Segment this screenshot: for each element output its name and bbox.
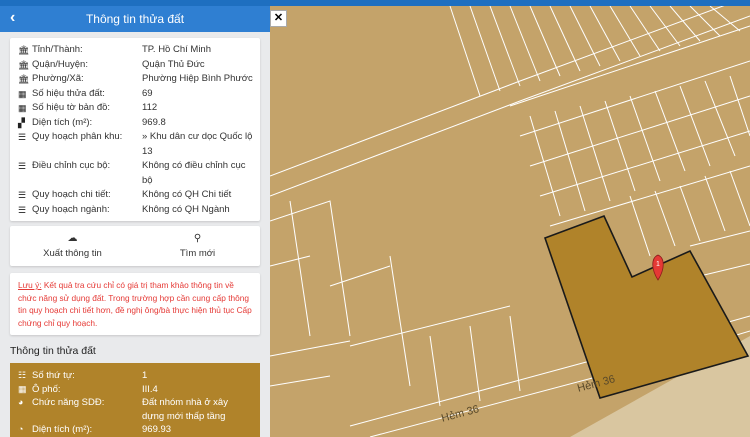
info-label: Quận/Huyện:: [32, 58, 88, 70]
info-row: ☰ Quy hoạch chi tiết: Không có QH Chi tiết: [18, 188, 254, 203]
info-label: Số thứ tự:: [32, 370, 75, 381]
list-icon: ☰: [18, 190, 27, 200]
list-icon: ☰: [18, 204, 27, 215]
new-search-label: Tìm mới: [179, 248, 216, 259]
map-canvas[interactable]: 1: [269, 0, 750, 437]
note-text: Kết quả tra cứu chỉ có giá trị tham khảo…: [18, 280, 252, 328]
cloud-download-icon: ☁: [67, 233, 78, 244]
info-label: Diện tích (m²):: [32, 116, 93, 128]
info-row: ☰ Quy hoạch phân khu: » Khu dân cư dọc Quố…: [18, 130, 254, 159]
info-row: ☰ Điều chỉnh cục bộ: Không có điều chỉnh c…: [18, 159, 254, 188]
info-label: Ô phố:: [32, 383, 61, 395]
info-label: Số hiệu thửa đất:: [32, 87, 105, 99]
list-icon: ☰: [18, 161, 27, 171]
land-info-card: 🏛 Tỉnh/Thành: TP. Hồ Chí Minh 🏛 Quận/Huyện: Q…: [10, 38, 260, 221]
back-arrow-icon[interactable]: ‹: [10, 9, 15, 27]
info-label: Số hiệu tờ bản đồ:: [32, 102, 111, 113]
info-label: Diện tích (m²):: [32, 424, 93, 435]
info-value: Không có điều chỉnh cục bộ: [142, 160, 246, 186]
info-row: ▞ Diện tích (m²): 969.8: [18, 116, 254, 131]
info-value: Không có QH Ngành: [142, 203, 230, 215]
action-bar: ☁ Xuất thông tin ⚲ Tìm mới: [10, 226, 260, 266]
panel-title: Thông tin thửa đất: [85, 12, 185, 26]
grid-icon: ▦: [18, 383, 27, 394]
info-value: TP. Hồ Chí Minh: [142, 44, 211, 55]
close-panel-button[interactable]: ✕: [270, 10, 287, 27]
panel-header: ‹ Thông tin thửa đất: [0, 6, 270, 32]
info-value: 112: [142, 102, 158, 113]
map-icon: ▦: [18, 88, 27, 99]
info-row: ◔ Diện tích (m²): 969.93: [18, 423, 252, 437]
info-row: ▦ Số hiệu thửa đất: 69: [18, 87, 254, 102]
info-value: III.4: [142, 383, 158, 395]
info-row: ☷ Số thứ tự: 1: [18, 369, 252, 383]
info-row: ☰ Quy hoạch ngành: Không có QH Ngành: [18, 203, 254, 218]
info-label: Quy hoạch ngành:: [32, 203, 110, 215]
area-icon: ▞: [18, 117, 25, 128]
info-label: Chức năng SDĐ:: [32, 397, 105, 408]
new-search-button[interactable]: ⚲ Tìm mới: [135, 226, 260, 266]
info-value: 1: [142, 370, 148, 381]
info-value: Đất nhóm nhà ở xây dựng mới thấp tầng: [142, 397, 228, 422]
info-label: Phường/Xã:: [32, 73, 84, 84]
info-row: 🏛 Phường/Xã: Phường Hiệp Bình Phước: [18, 72, 254, 87]
info-panel: ‹ Thông tin thửa đất 🏛 Tỉnh/Thành: TP. Hồ …: [0, 6, 270, 437]
parcel-info-card: ☷ Số thứ tự: 1 ▦ Ô phố: III.4 ◕ Chức năng SDĐ: Đ…: [10, 363, 260, 437]
info-label: Quy hoạch phân khu:: [32, 131, 123, 142]
info-label: Quy hoạch chi tiết:: [32, 189, 111, 200]
info-row: ▦ Ô phố: III.4: [18, 383, 252, 397]
info-value: » Khu dân cư dọc Quốc lộ 13: [142, 131, 253, 157]
info-value: Quận Thủ Đức: [142, 58, 205, 70]
search-icon: ⚲: [193, 233, 202, 244]
info-label: Tỉnh/Thành:: [32, 44, 83, 55]
map-view[interactable]: 1 Hẻm 36 Hẻm 36: [269, 0, 750, 437]
info-value: 969.8: [142, 116, 166, 128]
section-title: Thông tin thửa đất: [10, 345, 96, 357]
globe-icon: ◕: [18, 397, 24, 407]
bank-icon: 🏛: [18, 74, 30, 84]
info-row: 🏛 Quận/Huyện: Quận Thủ Đức: [18, 58, 254, 73]
map-icon: ▦: [18, 103, 27, 113]
info-row: 🏛 Tỉnh/Thành: TP. Hồ Chí Minh: [18, 43, 254, 58]
info-label: Điều chỉnh cục bộ:: [32, 160, 111, 171]
info-row: ◕ Chức năng SDĐ: Đất nhóm nhà ở xây dựng m…: [18, 396, 252, 423]
bank-icon: 🏛: [18, 45, 30, 55]
info-row: ▦ Số hiệu tờ bản đồ: 112: [18, 101, 254, 116]
info-value: 69: [142, 87, 153, 99]
note-prefix: Lưu ý:: [18, 280, 42, 290]
pie-icon: ◔: [18, 424, 24, 434]
info-value: Phường Hiệp Bình Phước: [142, 73, 253, 84]
svg-text:1: 1: [656, 261, 660, 268]
info-value: 969.93: [142, 424, 172, 435]
list-icon: ☰: [18, 132, 27, 142]
info-value: Không có QH Chi tiết: [142, 189, 232, 200]
ordered-list-icon: ☷: [18, 370, 27, 380]
bank-icon: 🏛: [18, 59, 30, 70]
export-info-button[interactable]: ☁ Xuất thông tin: [10, 226, 135, 266]
disclaimer-note: Lưu ý: Kết quả tra cứu chỉ có giá trị th…: [10, 273, 260, 335]
export-info-label: Xuất thông tin: [43, 248, 102, 259]
